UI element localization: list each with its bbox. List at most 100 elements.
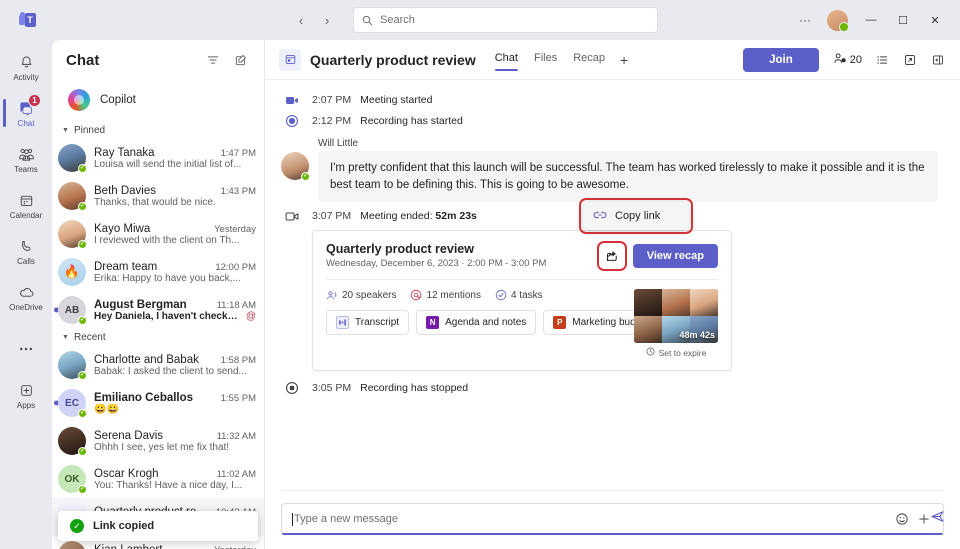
presence-available-icon — [78, 371, 87, 380]
chip-transcript[interactable]: Transcript — [326, 310, 409, 335]
message-text: I'm pretty confident that this launch wi… — [318, 151, 938, 202]
main-panel: Quarterly product review Chat Files Reca… — [264, 40, 960, 549]
share-icon[interactable] — [601, 245, 623, 267]
attachment-chips: Transcript N Agenda and notes P Marketin… — [326, 310, 624, 335]
compose-icon[interactable] — [228, 47, 254, 73]
teams-logo-icon — [19, 12, 36, 29]
avatar[interactable] — [827, 10, 848, 31]
video-tile — [634, 289, 662, 316]
sidebar-item-onedrive[interactable]: OneDrive — [0, 274, 52, 320]
video-tile — [662, 289, 690, 316]
close-button[interactable]: ✕ — [920, 6, 950, 34]
nav-arrows: ‹ › — [289, 8, 339, 32]
search-input[interactable]: Search — [353, 7, 658, 33]
list-item[interactable]: Charlotte and Babak1:58 PM Babak: I aske… — [52, 346, 264, 384]
sidebar-item-more[interactable] — [0, 326, 52, 372]
tab-bar: Chat Files Recap + — [488, 48, 634, 71]
tab-chat[interactable]: Chat — [488, 48, 525, 71]
card-title-group: Quarterly product review Wednesday, Dece… — [326, 242, 546, 269]
list-item[interactable]: Serena Davis11:32 AM Ohhh I see, yes let… — [52, 422, 264, 460]
toast-label: Link copied — [93, 520, 154, 532]
sidebar-item-teams[interactable]: Teams — [0, 136, 52, 182]
check-circle-icon: ✓ — [70, 519, 84, 533]
list-item-text: Ray Tanaka1:47 PM Louisa will send the i… — [94, 147, 256, 170]
chip-agenda-and-notes[interactable]: N Agenda and notes — [416, 310, 536, 335]
view-recap-button[interactable]: View recap — [633, 244, 718, 268]
teams-icon — [18, 145, 35, 164]
list-item-time: 1:43 PM — [221, 186, 256, 197]
list-item-copilot[interactable]: Copilot — [56, 82, 260, 118]
more-options-button[interactable]: ··· — [791, 7, 819, 33]
expiry-note: Set to expire — [634, 347, 718, 358]
list-item-text: Kian LambertYesterday Have you run this … — [94, 544, 256, 549]
list-item[interactable]: OK Oscar Krogh11:02 AM You: Thanks! Have… — [52, 460, 264, 498]
card-subtitle: Wednesday, December 6, 2023 · 2:00 PM - … — [326, 258, 546, 269]
stat-tasks: 4 tasks — [495, 289, 543, 301]
teams-window: ‹ › Search ··· — ☐ ✕ Activity — [0, 0, 960, 549]
chat-list-panel: Chat Copilot ▼ Pinn — [52, 40, 264, 549]
list-item-time: 11:02 AM — [217, 469, 256, 480]
emoji-icon[interactable] — [891, 508, 913, 530]
sidebar-item-calendar[interactable]: Calendar — [0, 182, 52, 228]
list-item-text: Beth Davies1:43 PM Thanks, that would be… — [94, 185, 256, 208]
avatar-initials: OK — [65, 474, 80, 485]
copy-link-popup[interactable]: Copy link — [583, 202, 689, 230]
message-input[interactable]: Type a new message — [281, 503, 944, 535]
group-header-pinned[interactable]: ▼ Pinned — [52, 122, 264, 139]
back-button[interactable]: ‹ — [289, 8, 313, 32]
sidebar-item-calls[interactable]: Calls — [0, 228, 52, 274]
participants-count[interactable]: 20 — [829, 52, 866, 68]
sidebar-item-chat[interactable]: 1 Chat — [0, 90, 52, 136]
group-header-recent[interactable]: ▼ Recent — [52, 329, 264, 346]
page-title: Quarterly product review — [310, 52, 476, 68]
main-header: Quarterly product review Chat Files Reca… — [265, 40, 960, 80]
filter-icon[interactable] — [200, 47, 226, 73]
mention-icon — [410, 289, 422, 301]
list-item[interactable]: Ray Tanaka1:47 PM Louisa will send the i… — [52, 139, 264, 177]
people-icon — [833, 52, 847, 68]
stat-mentions: 12 mentions — [410, 289, 480, 301]
list-item-text: Kayo MiwaYesterday I reviewed with the c… — [94, 223, 256, 246]
presence-available-icon — [78, 240, 87, 249]
forward-button[interactable]: › — [315, 8, 339, 32]
list-item[interactable]: 🔥 Dream team12:00 PM Erika: Happy to hav… — [52, 253, 264, 291]
powerpoint-icon: P — [553, 316, 566, 329]
list-item[interactable]: Beth Davies1:43 PM Thanks, that would be… — [52, 177, 264, 215]
recording-thumbnail[interactable]: 48m 42s — [634, 289, 718, 343]
tab-files[interactable]: Files — [527, 48, 564, 71]
chat-list-header: Chat — [52, 40, 264, 80]
nav-rail: Activity 1 Chat Teams Calendar — [0, 40, 52, 549]
chat-list-scroll[interactable]: Copilot ▼ Pinned Ray Tanaka1:47 PM Louis… — [52, 80, 264, 549]
list-item[interactable]: Kayo MiwaYesterday I reviewed with the c… — [52, 215, 264, 253]
add-tab-button[interactable]: + — [614, 50, 634, 70]
minimize-button[interactable]: — — [856, 6, 886, 34]
list-item-name: Serena Davis — [94, 430, 213, 442]
join-button[interactable]: Join — [743, 48, 819, 72]
list-item[interactable]: AB August Bergman11:18 AM Hey Daniela, I… — [52, 291, 264, 329]
participants-number: 20 — [850, 54, 862, 66]
tab-recap[interactable]: Recap — [566, 48, 612, 71]
group-label: Recent — [74, 332, 106, 343]
conversation-area[interactable]: 2:07 PM Meeting started 2:12 PM Recordin… — [265, 80, 960, 490]
presence-available-icon — [78, 409, 87, 418]
chevron-down-icon: ▼ — [62, 127, 69, 134]
avatar — [58, 541, 86, 549]
presence-available-icon — [78, 447, 87, 456]
sidebar-item-label: OneDrive — [9, 303, 43, 312]
list-item[interactable]: EC Emiliano Ceballos1:55 PM 😀😀 — [52, 384, 264, 422]
sidebar-item-apps[interactable]: Apps — [0, 372, 52, 418]
list-item-preview: Babak: I asked the client to send... — [94, 366, 256, 377]
open-new-window-icon[interactable] — [898, 48, 922, 72]
search-icon — [362, 15, 373, 26]
list-item-name: Dream team — [94, 261, 211, 273]
meeting-duration: 52m 23s — [435, 210, 476, 222]
maximize-button[interactable]: ☐ — [888, 6, 918, 34]
list-icon[interactable] — [870, 48, 894, 72]
stat-label: 12 mentions — [426, 290, 480, 301]
copy-link-label: Copy link — [615, 210, 660, 222]
send-icon[interactable] — [924, 503, 950, 529]
side-panel-icon[interactable] — [926, 48, 950, 72]
list-item-name: Kian Lambert — [94, 544, 210, 549]
sidebar-item-activity[interactable]: Activity — [0, 44, 52, 90]
list-item-name: Ray Tanaka — [94, 147, 217, 159]
